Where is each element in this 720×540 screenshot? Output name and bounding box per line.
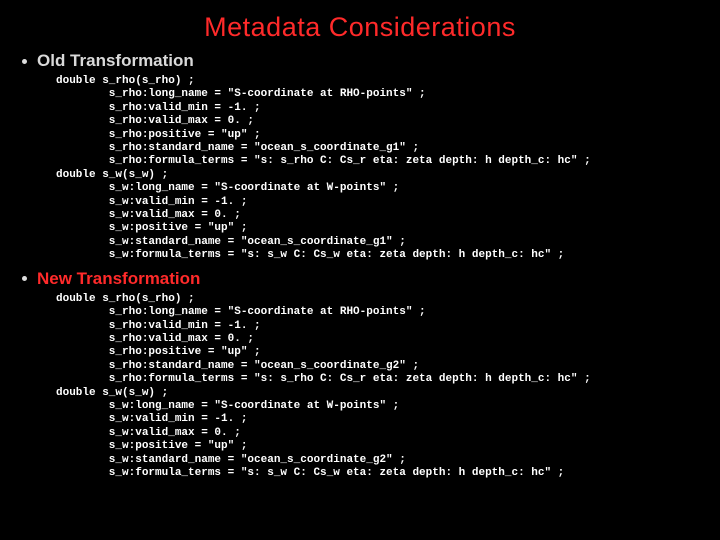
section-label-old: Old Transformation <box>37 51 194 71</box>
page-title: Metadata Considerations <box>20 12 700 43</box>
bullet-icon <box>22 59 27 64</box>
code-block-new: double s_rho(s_rho) ; s_rho:long_name = … <box>56 293 700 481</box>
code-block-old: double s_rho(s_rho) ; s_rho:long_name = … <box>56 75 700 263</box>
slide: Metadata Considerations Old Transformati… <box>0 0 720 540</box>
section-heading-old: Old Transformation <box>20 51 700 71</box>
bullet-icon <box>22 276 27 281</box>
section-heading-new: New Transformation <box>20 269 700 289</box>
section-label-new: New Transformation <box>37 269 200 289</box>
